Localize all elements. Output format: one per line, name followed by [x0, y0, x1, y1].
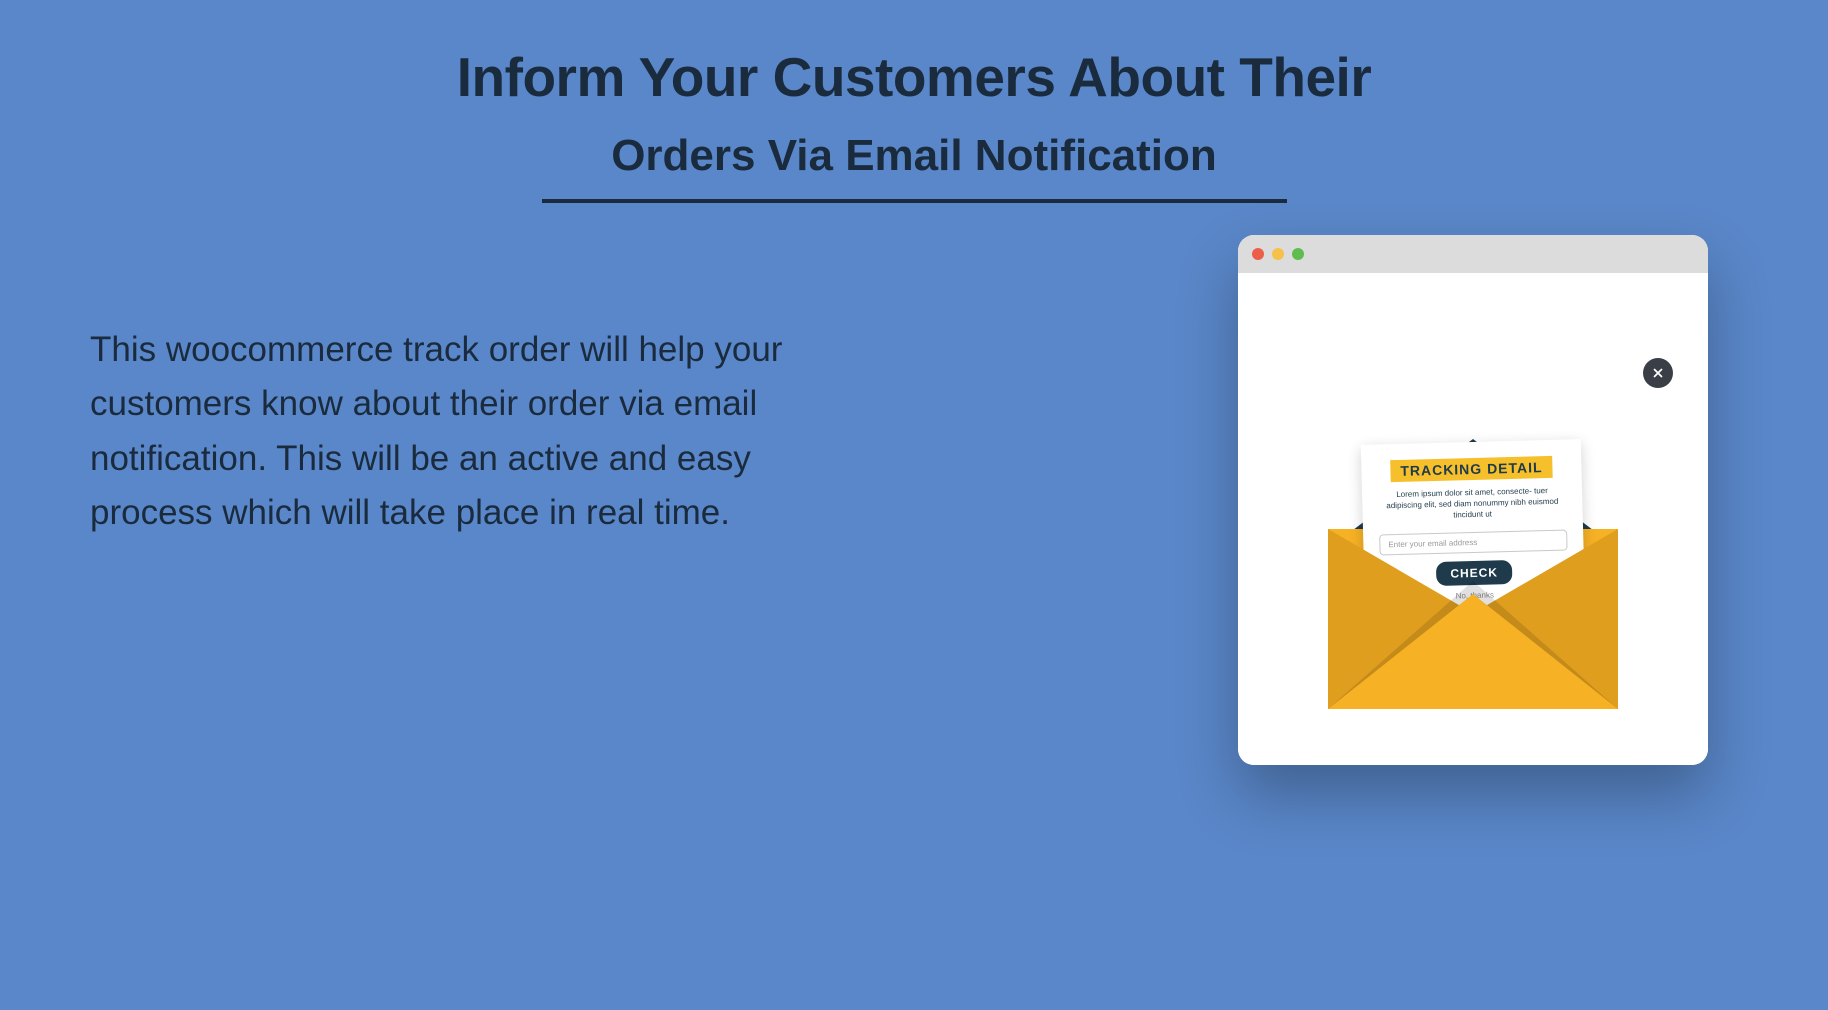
browser-titlebar [1238, 235, 1708, 273]
popup-close-button[interactable] [1643, 358, 1673, 388]
window-maximize-icon [1292, 248, 1304, 260]
envelope-illustration: TRACKING DETAIL Lorem ipsum dolor sit am… [1328, 389, 1618, 709]
email-input[interactable]: Enter your email address [1379, 530, 1567, 556]
popup-description: Lorem ipsum dolor sit amet, consecte- tu… [1378, 485, 1567, 522]
heading-line-1: Inform Your Customers About Their [0, 45, 1828, 109]
close-icon [1651, 366, 1665, 380]
browser-body: TRACKING DETAIL Lorem ipsum dolor sit am… [1238, 273, 1708, 765]
page-heading: Inform Your Customers About Their Orders… [0, 0, 1828, 203]
window-close-icon [1252, 248, 1264, 260]
popup-title: TRACKING DETAIL [1390, 456, 1553, 482]
browser-window-mockup: TRACKING DETAIL Lorem ipsum dolor sit am… [1238, 235, 1708, 765]
description-text: This woocommerce track order will help y… [90, 323, 870, 540]
heading-line-2: Orders Via Email Notification [611, 131, 1217, 181]
heading-underline [542, 199, 1287, 203]
window-minimize-icon [1272, 248, 1284, 260]
